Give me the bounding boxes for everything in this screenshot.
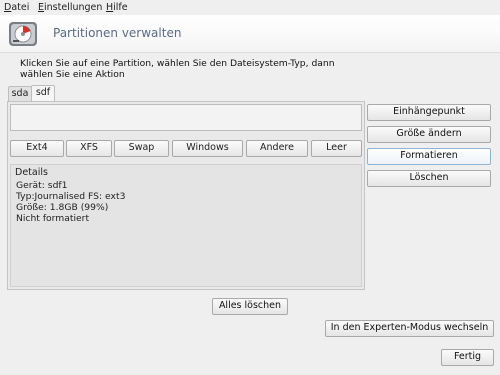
instruction-line-2: wählen Sie eine Aktion [20,69,125,80]
tab-sda[interactable]: sda [8,86,32,102]
ext4-button[interactable]: Ext4 [10,140,64,157]
detail-format-status: Nicht formatiert [16,213,90,224]
menu-datei[interactable]: Datei [4,2,29,13]
done-button[interactable]: Fertig [441,349,494,366]
detail-device: Gerät: sdf1 [16,180,68,191]
partition-bar[interactable] [10,104,362,131]
detail-type: Typ:Journalised FS: ext3 [16,191,126,202]
leer-button[interactable]: Leer [311,140,362,157]
resize-button[interactable]: Größe ändern [367,126,491,143]
detail-size: Größe: 1.8GB (99%) [16,202,109,213]
xfs-button[interactable]: XFS [66,140,112,157]
windows-button[interactable]: Windows [172,140,243,157]
details-title: Details [15,167,48,178]
menu-hilfe[interactable]: Hilfe [106,2,128,13]
page-title: Partitionen verwalten [53,26,182,40]
instruction-line-1: Klicken Sie auf eine Partition, wählen S… [20,58,335,69]
clear-all-button[interactable]: Alles löschen [212,298,288,315]
instruction-text: Klicken Sie auf eine Partition, wählen S… [20,58,360,80]
menu-bar: Datei Einstellungen Hilfe [0,0,500,15]
swap-button[interactable]: Swap [114,140,169,157]
header-banner: Partitionen verwalten [0,15,500,53]
menu-einstellungen[interactable]: Einstellungen [38,2,102,13]
expert-mode-button[interactable]: In den Experten-Modus wechseln [325,320,494,337]
format-button[interactable]: Formatieren [367,148,491,165]
andere-button[interactable]: Andere [246,140,308,157]
delete-button[interactable]: Löschen [367,170,491,187]
disk-partition-icon [7,18,39,50]
mount-point-button[interactable]: Einhängepunkt [367,104,491,121]
